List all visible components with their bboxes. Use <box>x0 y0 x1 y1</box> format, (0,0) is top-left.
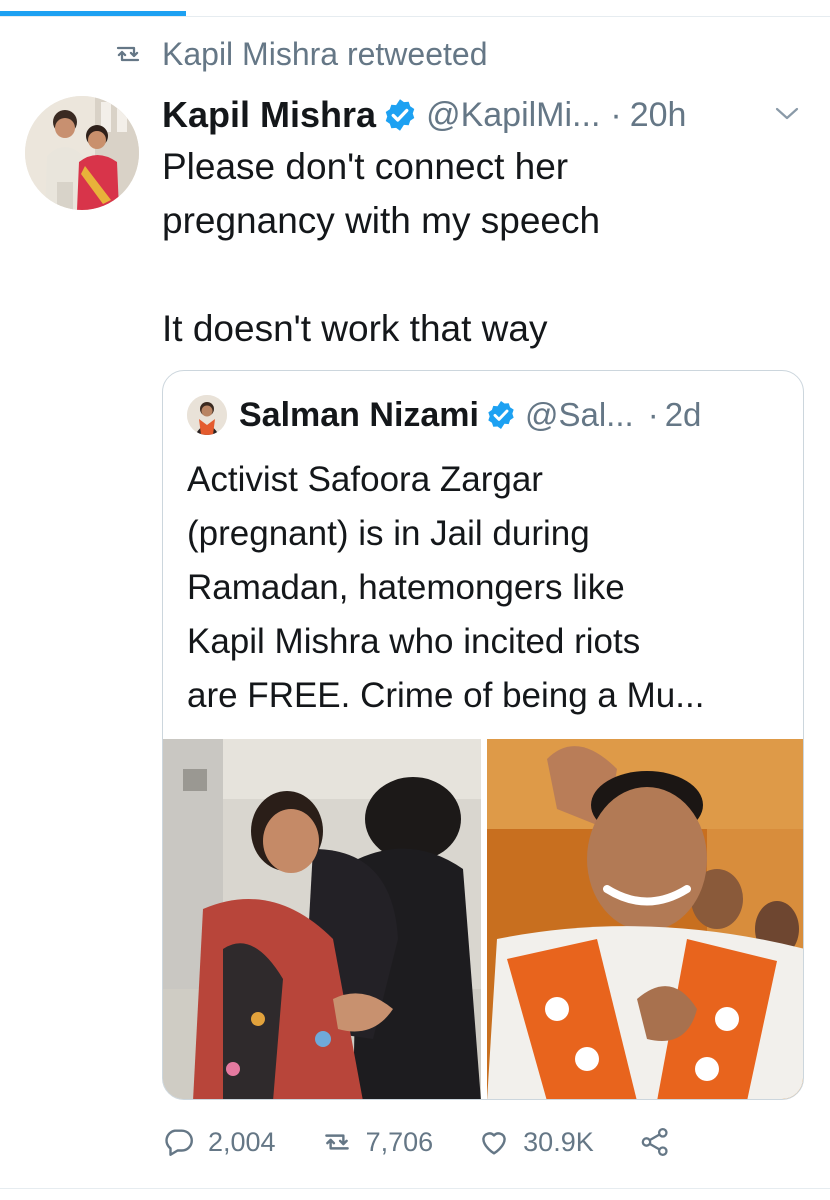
quoted-media-grid <box>163 739 803 1099</box>
quoted-author-name: Salman Nizami <box>239 395 479 434</box>
media-image-portrait[interactable] <box>487 739 803 1099</box>
tweet-timestamp[interactable]: 20h <box>630 96 687 135</box>
quoted-text-line: Ramadan, hatemongers like <box>187 568 625 607</box>
quoted-text-line: (pregnant) is in Jail during <box>187 514 590 553</box>
author-handle[interactable]: @KapilMi... <box>426 96 600 135</box>
like-button[interactable]: 30.9K <box>477 1125 594 1159</box>
retweet-icon <box>324 1134 349 1150</box>
quoted-tweet-timestamp: 2d <box>664 396 702 433</box>
quoted-text-line: Kapil Mishra who incited riots <box>187 622 641 661</box>
reply-count: 2,004 <box>208 1126 276 1157</box>
tweet-text-line: Please don't connect her <box>162 146 569 187</box>
heart-icon <box>482 1132 506 1155</box>
retweet-count: 7,706 <box>365 1126 434 1157</box>
quoted-author-avatar <box>187 395 227 435</box>
quoted-tweet-text: Activist Safoora Zargar (pregnant) is in… <box>187 453 787 723</box>
share-icon <box>641 1127 668 1157</box>
tweet-text-line: It doesn't work that way <box>162 308 548 349</box>
retweet-context[interactable]: Kapil Mishra retweeted <box>112 34 487 74</box>
share-button[interactable] <box>638 1125 672 1159</box>
tab-track <box>0 16 830 17</box>
author-avatar[interactable] <box>25 96 139 210</box>
active-tab-indicator <box>0 11 186 16</box>
retweet-button[interactable]: 7,706 <box>320 1125 434 1159</box>
quoted-text-line: are FREE. Crime of being a Mu... <box>187 676 705 715</box>
meta-separator: · <box>610 95 622 134</box>
chevron-down-icon[interactable] <box>774 104 800 124</box>
quoted-tweet-card[interactable]: Salman Nizami @Sal... · 2d Activist Safo… <box>162 370 804 1100</box>
tweet-text-line: pregnancy with my speech <box>162 200 601 241</box>
tab-indicator-bar <box>0 0 830 18</box>
quoted-author-handle: @Sal... <box>524 396 634 433</box>
author-name[interactable]: Kapil Mishra <box>162 94 376 136</box>
media-image-embrace[interactable] <box>163 739 481 1099</box>
reply-button[interactable]: 2,004 <box>162 1125 276 1159</box>
verified-badge-icon <box>385 99 415 131</box>
tweet-actions: 2,004 7,706 30.9K <box>162 1120 802 1164</box>
retweet-icon <box>116 46 140 62</box>
tweet-text: Please don't connect her pregnancy with … <box>162 140 802 356</box>
tweet-header: Kapil Mishra @KapilMi... · 20h <box>162 94 802 136</box>
reply-icon <box>165 1129 193 1156</box>
quoted-text-line: Activist Safoora Zargar <box>187 460 543 499</box>
retweet-context-label: Kapil Mishra retweeted <box>162 35 488 72</box>
like-count: 30.9K <box>523 1126 594 1157</box>
tweet-divider <box>0 1188 830 1189</box>
quoted-tweet-header: Salman Nizami @Sal... · 2d <box>187 393 701 437</box>
verified-badge-icon <box>488 401 514 429</box>
meta-separator: · <box>647 396 659 433</box>
